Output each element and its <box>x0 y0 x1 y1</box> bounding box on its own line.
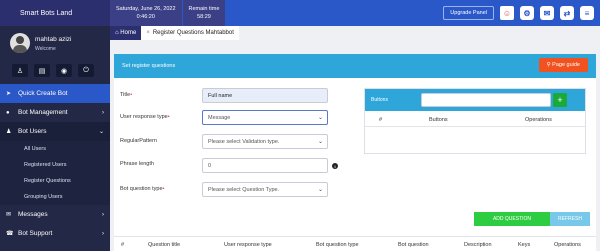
remain-time-value: 58:29 <box>197 14 211 20</box>
tab-register-questions[interactable]: × Register Questions Mahtabbot <box>141 26 239 40</box>
bot-icon: ● <box>6 109 10 116</box>
sidebar-item-bot-users[interactable]: ♟ Bot Users ⌄ <box>0 122 110 141</box>
document-icon[interactable]: ▤ <box>34 64 50 77</box>
user-icon[interactable]: ♙ <box>12 64 28 77</box>
regular-pattern-select[interactable]: Please select Validation type. ⌄ <box>202 134 328 149</box>
chat-icon[interactable]: ✉ <box>540 6 554 20</box>
column-header: Keys <box>518 242 531 248</box>
tab-home[interactable]: ⌂ Home <box>110 26 142 40</box>
column-header: Bot question type <box>316 242 359 248</box>
settings-icon[interactable]: ◉ <box>56 64 72 77</box>
response-type-select[interactable]: Message ⌄ <box>202 110 328 125</box>
sidebar-subitem-register-questions[interactable]: Register Questions <box>0 173 110 189</box>
current-time: 0:46:20 <box>136 14 155 20</box>
sidebar-item-label: Messages <box>18 211 48 218</box>
column-header: Question title <box>148 242 181 248</box>
col-buttons: Buttons <box>429 117 448 123</box>
sidebar-item-label: Bot Users <box>18 128 47 135</box>
profile-card: mahtab azizi Welcome ♙ ▤ ◉ ⏻ <box>0 26 110 84</box>
sidebar-item-label: Quick Create Bot <box>18 90 68 97</box>
date-box: Saturday, June 26, 2022 0:46:20 <box>110 0 182 26</box>
lightning-icon: ➤ <box>6 91 12 97</box>
main-panel: Set register questions ⚲ Page guide Titl… <box>114 54 596 251</box>
tab-register-questions-label: Register Questions Mahtabbot <box>152 30 234 36</box>
profile-welcome: Welcome <box>35 46 56 52</box>
buttons-box: Buttons + # Buttons Operations <box>364 88 586 154</box>
phrase-length-label: Phrase length <box>120 161 154 167</box>
sidebar-item-bot-support[interactable]: ☎ Bot Support › <box>0 224 110 243</box>
chevron-down-icon: ⌄ <box>317 115 323 121</box>
close-icon[interactable]: × <box>146 30 150 36</box>
sidebar-item-messages[interactable]: ✉ Messages › <box>0 205 110 224</box>
message-icon: ✉ <box>6 212 12 218</box>
gear-icon[interactable]: ⚙ <box>520 6 534 20</box>
breadcrumb-tabs: ⌂ Home × Register Questions Mahtabbot <box>110 26 239 40</box>
chevron-right-icon: › <box>102 211 104 218</box>
panel-title: Set register questions <box>122 63 176 69</box>
page-guide-button[interactable]: ⚲ Page guide <box>538 58 588 72</box>
profile-actions: ♙ ▤ ◉ ⏻ <box>12 64 94 77</box>
avatar-icon[interactable]: ☺ <box>500 6 514 20</box>
title-label: Title• <box>120 92 133 98</box>
brand-logo: Smart Bots Land <box>0 0 110 26</box>
sidebar-item-quick-create-bot[interactable]: ➤ Quick Create Bot <box>0 84 110 103</box>
sidebar: mahtab azizi Welcome ♙ ▤ ◉ ⏻ ➤ Quick Cre… <box>0 26 110 251</box>
current-date: Saturday, June 26, 2022 <box>116 6 176 12</box>
column-header: Operations <box>554 242 581 248</box>
refresh-button[interactable]: REFRESH <box>550 212 590 226</box>
title-field[interactable]: Full name <box>202 88 328 103</box>
bot-question-type-select[interactable]: Please select Question Type. ⌄ <box>202 182 328 197</box>
col-num: # <box>379 117 383 123</box>
sidebar-item-bot-management[interactable]: ● Bot Management › <box>0 103 110 122</box>
sidebar-subitem-all-users[interactable]: All Users <box>0 141 110 157</box>
remain-time-label: Remain time <box>188 6 220 12</box>
button-text-input[interactable] <box>421 93 551 107</box>
buttons-table-header: # Buttons Operations <box>365 113 585 127</box>
upgrade-panel-button[interactable]: Upgrade Panel <box>443 6 494 20</box>
column-header: User response type <box>224 242 272 248</box>
toggle-icon[interactable]: ⇄ <box>560 6 574 20</box>
chevron-right-icon: › <box>102 109 104 116</box>
bot-users-submenu: All Users Registered Users Register Ques… <box>0 141 110 205</box>
chevron-down-icon: ⌄ <box>98 129 104 135</box>
chevron-right-icon: › <box>102 230 104 237</box>
bot-question-type-label: Bot question type• <box>120 186 165 192</box>
phrase-length-input[interactable]: 0 <box>202 158 328 173</box>
power-icon[interactable]: ⏻ <box>78 64 94 77</box>
panel-header: Set register questions ⚲ Page guide <box>114 54 596 78</box>
column-header: Description <box>464 242 492 248</box>
chevron-down-icon: ⌄ <box>317 187 323 193</box>
profile-name: mahtab azizi <box>35 36 72 43</box>
add-button-plus-icon[interactable]: + <box>553 93 567 107</box>
avatar <box>10 33 30 53</box>
col-operations: Operations <box>525 117 552 123</box>
column-header: Bot question <box>398 242 429 248</box>
add-question-button[interactable]: ADD QUESTION <box>474 212 550 226</box>
regular-pattern-label: RegularPattern <box>120 138 157 144</box>
sidebar-subitem-registered-users[interactable]: Registered Users <box>0 157 110 173</box>
column-header: # <box>121 242 125 248</box>
menu-icon[interactable]: ≡ <box>580 6 594 20</box>
buttons-box-header: Buttons + <box>365 89 585 111</box>
questions-table-header: # Question title User response type Bot … <box>114 236 596 251</box>
sidebar-subitem-grouping-users[interactable]: Grouping Users <box>0 189 110 205</box>
response-type-label: User response type• <box>120 114 170 120</box>
tab-home-label: Home <box>120 30 137 36</box>
top-nav: Saturday, June 26, 2022 0:46:20 Remain t… <box>110 0 600 26</box>
top-bar: Smart Bots Land Saturday, June 26, 2022 … <box>0 0 600 26</box>
page-guide-label: Page guide <box>552 62 580 68</box>
chevron-down-icon: ⌄ <box>317 139 323 145</box>
sidebar-item-label: Bot Support <box>18 230 53 237</box>
users-icon: ♟ <box>6 129 12 135</box>
info-icon[interactable]: i <box>332 163 338 169</box>
support-icon: ☎ <box>6 231 14 237</box>
sidebar-item-label: Bot Management <box>18 109 68 116</box>
buttons-label: Buttons <box>371 97 388 103</box>
remain-time-box: Remain time 58:29 <box>182 0 226 26</box>
